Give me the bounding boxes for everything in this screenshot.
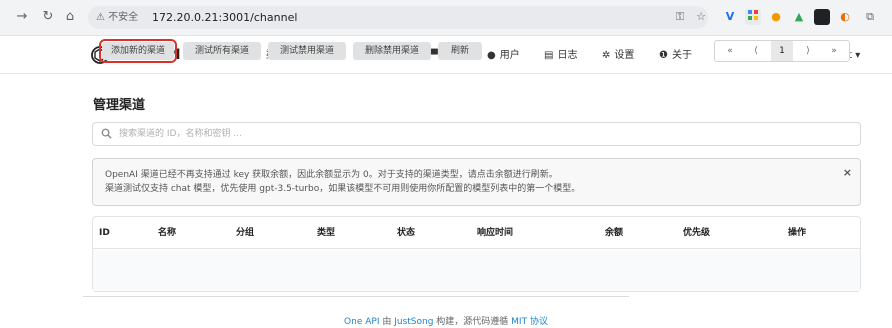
close-icon[interactable]: × xyxy=(843,167,852,179)
add-channel-button[interactable]: 添加新的渠道 xyxy=(99,39,177,63)
url-text[interactable]: 172.20.0.21:3001/channel xyxy=(152,10,297,25)
extension-v-icon[interactable]: V xyxy=(722,9,738,25)
page-title: 管理渠道 xyxy=(93,98,146,113)
user-icon: ● xyxy=(487,50,496,61)
footer-author-link[interactable]: JustSong xyxy=(394,317,433,327)
footer-license-link[interactable]: MIT 协议 xyxy=(511,317,548,327)
column-header-status[interactable]: 状态 xyxy=(397,227,415,239)
back-icon[interactable]: → xyxy=(14,9,30,25)
column-header-name[interactable]: 名称 xyxy=(158,227,176,239)
column-header-id[interactable]: ID xyxy=(99,227,110,239)
notice-line-2: 渠道测试仅支持 chat 模型，优先使用 gpt-3.5-turbo，如果该模型… xyxy=(105,184,581,194)
test-all-channels-button[interactable]: 测试所有渠道 xyxy=(183,42,261,60)
column-header-group[interactable]: 分组 xyxy=(236,227,254,239)
search-box[interactable] xyxy=(92,122,861,146)
info-message: OpenAI 渠道已经不再支持通过 key 获取余额，因此余额显示为 0。对于支… xyxy=(92,158,861,206)
first-page-button[interactable]: « xyxy=(719,41,741,61)
channels-table: ID 名称 分组 类型 状态 响应时间 余额 优先级 操作 xyxy=(92,216,861,292)
insecure-badge[interactable]: ⚠ 不安全 xyxy=(96,10,138,25)
extension-a-icon[interactable]: ▲ xyxy=(791,9,807,25)
search-icon xyxy=(101,128,112,139)
table-header: ID 名称 分组 类型 状态 响应时间 余额 优先级 操作 xyxy=(93,217,860,249)
footer-text-by: 由 xyxy=(379,317,395,327)
search-input[interactable] xyxy=(119,126,819,142)
extension-cookie-icon[interactable]: ● xyxy=(768,9,784,25)
extensions-puzzle-icon[interactable]: ⧉ xyxy=(862,9,878,25)
page-1-button[interactable]: 1 xyxy=(771,41,793,61)
refresh-button[interactable]: 刷新 xyxy=(438,42,482,60)
last-page-button[interactable]: » xyxy=(823,41,845,61)
address-bar[interactable]: ⚠ 不安全 172.20.0.21:3001/channel xyxy=(88,6,708,29)
column-header-actions: 操作 xyxy=(788,228,807,238)
nav-settings[interactable]: ✲ 设置 xyxy=(602,49,634,62)
extension-grid-icon[interactable] xyxy=(745,9,761,25)
table-footer xyxy=(93,250,860,291)
column-header-response-time[interactable]: 响应时间 xyxy=(477,227,513,239)
nav-users[interactable]: ● 用户 xyxy=(487,49,520,62)
info-icon: ❶ xyxy=(659,50,668,61)
cart-icon: ▀ xyxy=(430,50,438,61)
book-icon: ▤ xyxy=(544,50,554,61)
delete-disabled-channels-button[interactable]: 删除禁用渠道 xyxy=(353,42,431,60)
footer-project-link[interactable]: One API xyxy=(344,317,379,327)
nav-about[interactable]: ❶ 关于 xyxy=(659,49,692,62)
next-page-button[interactable]: ⟩ xyxy=(797,41,819,61)
bookmark-star-icon[interactable]: ☆ xyxy=(693,9,709,25)
footer-text-built: 构建，源代码遵循 xyxy=(433,317,512,327)
footer: One API 由 JustSong 构建，源代码遵循 MIT 协议 xyxy=(0,317,892,328)
reload-icon[interactable]: ↻ xyxy=(40,9,56,25)
divider xyxy=(83,296,629,297)
column-header-type[interactable]: 类型 xyxy=(317,227,335,239)
extension-orange-icon[interactable]: ◐ xyxy=(837,9,853,25)
test-disabled-channels-button[interactable]: 测试禁用渠道 xyxy=(268,42,346,60)
pagination: « ⟨ 1 ⟩ » xyxy=(714,40,850,62)
password-key-icon[interactable]: ⚿ xyxy=(672,9,688,25)
column-header-balance[interactable]: 余额 xyxy=(605,227,623,239)
browser-toolbar: → ↻ ⌂ ⚠ 不安全 172.20.0.21:3001/channel ⚿ ☆… xyxy=(0,0,892,36)
extension-dark-icon[interactable] xyxy=(814,9,830,25)
column-header-priority[interactable]: 优先级 xyxy=(683,227,710,239)
notice-line-1: OpenAI 渠道已经不再支持通过 key 获取余额，因此余额显示为 0。对于支… xyxy=(105,170,558,180)
nav-logs[interactable]: ▤ 日志 xyxy=(544,49,577,62)
home-browser-icon[interactable]: ⌂ xyxy=(62,9,78,25)
gear-icon: ✲ xyxy=(602,50,611,61)
prev-page-button[interactable]: ⟨ xyxy=(745,41,767,61)
